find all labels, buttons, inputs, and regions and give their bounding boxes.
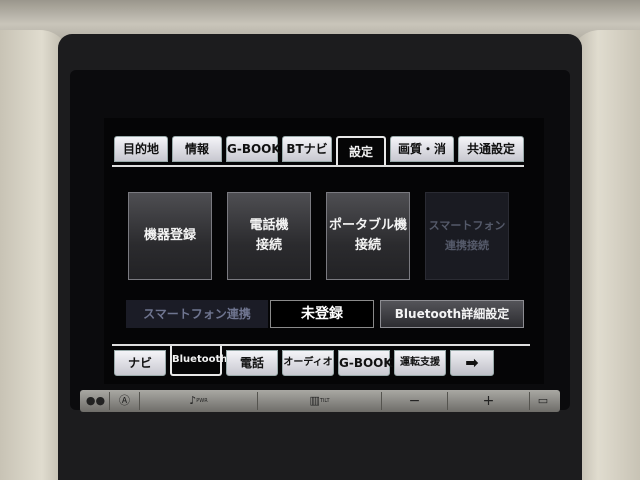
phone-connect-button[interactable]: 電話機 接続 [227, 192, 311, 280]
tab-info[interactable]: 情報 [172, 136, 222, 162]
portable-connect-button[interactable]: ポータブル機 接続 [326, 192, 410, 280]
bottom-tab-drive-assist[interactable]: 運転支援 [394, 350, 446, 376]
bottom-tab-bluetooth[interactable]: Bluetooth [170, 346, 227, 376]
power-icon: ●● [85, 394, 106, 407]
eject-button[interactable]: ▭ [530, 392, 556, 410]
bottom-tab-navi[interactable]: ナビ [114, 350, 166, 376]
screen-tilt-icon: ▥ [309, 394, 320, 407]
home-icon: Ⓐ [119, 394, 130, 407]
bottom-tab-phone[interactable]: 電話 [226, 350, 278, 376]
tab-settings[interactable]: 設定 [336, 136, 386, 166]
tab-destination[interactable]: 目的地 [114, 136, 168, 162]
next-arrow-button[interactable]: ➡ [450, 350, 494, 376]
tilt-button[interactable]: ▥TILT [258, 392, 382, 410]
smartphone-link-status: 未登録 [270, 300, 374, 328]
volume-up-button[interactable]: + [448, 392, 530, 410]
eject-icon: ▭ [537, 394, 549, 407]
device-register-button[interactable]: 機器登録 [128, 192, 212, 280]
volume-down-button[interactable]: − [382, 392, 448, 410]
bottom-tab-g-book[interactable]: G-BOOK [338, 350, 393, 376]
tab-bt-navi[interactable]: BTナビ [282, 136, 332, 162]
power-button[interactable]: ●● [82, 392, 110, 410]
smartphone-link-button[interactable]: スマートフォン 連携接続 [425, 192, 509, 280]
tab-g-book[interactable]: G-BOOK [226, 136, 281, 162]
smartphone-link-label: スマートフォン連携 [126, 300, 268, 328]
audio-power-button[interactable]: ♪PWR [140, 392, 258, 410]
home-button[interactable]: Ⓐ [110, 392, 140, 410]
bluetooth-detail-settings-button[interactable]: Bluetooth詳細設定 [380, 300, 524, 328]
tab-common-settings[interactable]: 共通設定 [458, 136, 524, 162]
bottom-tab-audio[interactable]: オーディオ [282, 350, 334, 376]
tab-image-quality[interactable]: 画質・消 [390, 136, 454, 162]
tab-divider-top [112, 165, 524, 167]
